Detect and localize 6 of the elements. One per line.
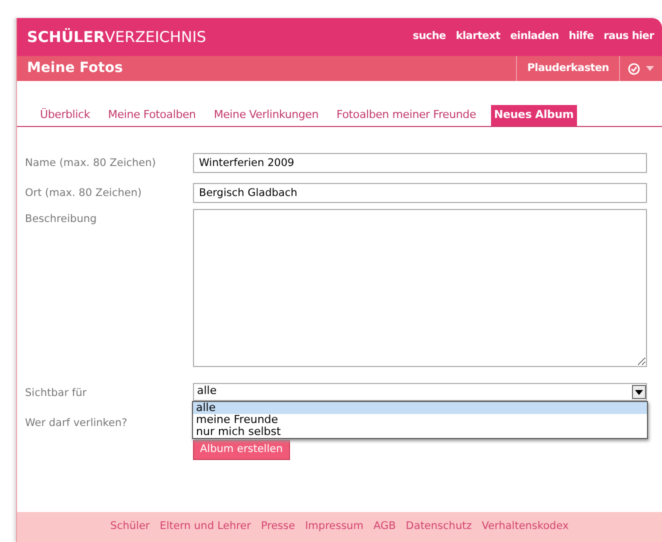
field-label: Beschreibung: [25, 212, 98, 226]
field-label: Wer darf verlinken?: [25, 416, 128, 432]
field-label: Sichtbar für: [25, 386, 88, 400]
page-title: Meine Fotos: [26, 59, 123, 78]
field-label: Ort (max. 80 Zeichen): [25, 186, 143, 200]
field-label: Name (max. 80 Zeichen): [25, 156, 157, 170]
